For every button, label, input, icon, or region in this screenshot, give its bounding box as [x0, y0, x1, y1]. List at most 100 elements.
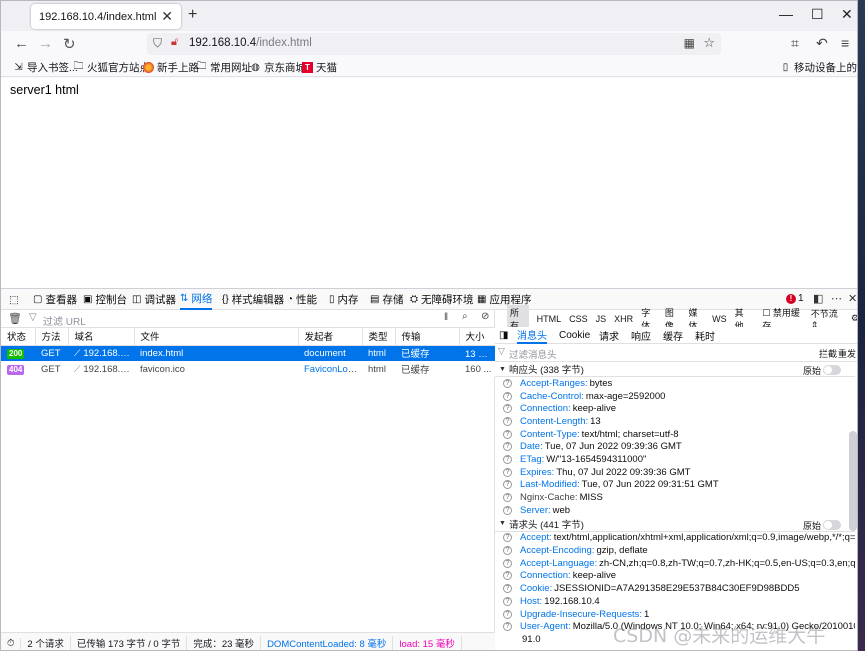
new-tab-icon[interactable]: + [188, 6, 197, 24]
column-header[interactable]: 方法 [35, 328, 69, 346]
header-row[interactable]: ? Content-Type: text/html; charset=utf-8 [495, 428, 855, 441]
help-icon[interactable]: ? [503, 480, 512, 490]
header-row[interactable]: ? Accept: text/html,application/xhtml+xml,… [495, 532, 855, 545]
header-row[interactable]: ? ETag: W/"13-1654594311000" [495, 453, 855, 466]
tab-network[interactable]: ⇅ 网络 [180, 289, 213, 310]
error-count-badge[interactable]: ! 1 [786, 293, 804, 304]
help-icon[interactable]: ? [503, 505, 512, 515]
help-icon[interactable]: ? [503, 493, 512, 503]
block-button[interactable]: 拦截 [819, 347, 837, 360]
help-icon[interactable]: ? [503, 378, 512, 388]
bookmark-tmall[interactable]: T 天猫 [302, 60, 337, 75]
bookmark-common-sites[interactable]: 🗀 常用网址 [196, 60, 253, 75]
bookmark-firefox-site[interactable]: 🗀 火狐官方站点 [73, 60, 151, 75]
bookmark-import[interactable]: ⇲ 导入书签... [13, 60, 77, 75]
menu-icon[interactable]: ≡ [841, 35, 849, 51]
help-icon[interactable]: ? [503, 533, 512, 543]
header-row[interactable]: ? Content-Length: 13 [495, 415, 855, 428]
raw-toggle[interactable] [823, 519, 841, 530]
bookmark-jd[interactable]: ◍ 京东商城 [250, 60, 306, 75]
help-icon[interactable]: ? [503, 404, 512, 414]
request-headers-section[interactable]: ▼ 请求头 (441 字节) 原始 [495, 517, 855, 532]
help-icon[interactable]: ? [503, 416, 512, 426]
maximize-icon[interactable]: ☐ [811, 6, 824, 23]
header-row[interactable]: ? Expires: Thu, 07 Jul 2022 09:39:36 GMT [495, 466, 855, 479]
scrollbar[interactable] [849, 431, 857, 531]
filter-type-js[interactable]: JS [596, 314, 607, 324]
header-row[interactable]: ? Date: Tue, 07 Jun 2022 09:39:36 GMT [495, 440, 855, 453]
insecure-lock-icon[interactable]: 🔓︎ [171, 36, 178, 49]
column-header[interactable]: 大小 [459, 328, 496, 346]
header-row[interactable]: ? Host: 192.168.10.4 [495, 595, 855, 608]
tab-cookie[interactable]: Cookie [559, 327, 590, 344]
filter-type-css[interactable]: CSS [569, 314, 588, 324]
table-row[interactable]: 200 GET ⟋ 192.168.10.4 index.html documen… [1, 345, 495, 361]
raw-toggle[interactable] [823, 365, 841, 375]
filter-type-html[interactable]: HTML [537, 314, 562, 324]
tab-timings[interactable]: 耗时 [695, 327, 715, 344]
column-header[interactable]: 状态 [1, 328, 36, 346]
pause-icon[interactable]: ‖ [444, 312, 448, 323]
table-row[interactable]: 404 GET ⟋ 192.168.10.4 favicon.ico Favico… [1, 361, 495, 377]
help-icon[interactable]: ? [503, 467, 512, 477]
filter-type-xhr[interactable]: XHR [614, 314, 633, 324]
initiator-link[interactable]: FaviconLoader.... [304, 364, 362, 375]
block-icon[interactable]: ⊘ [481, 311, 489, 322]
header-row[interactable]: ? Accept-Ranges: bytes [495, 377, 855, 390]
shield-icon[interactable]: ⛉ [153, 36, 162, 51]
header-row[interactable]: ? Connection: keep-alive [495, 402, 855, 415]
help-icon[interactable]: ? [503, 546, 512, 556]
element-picker-icon[interactable]: ⬚ [9, 289, 19, 310]
help-icon[interactable]: ? [503, 558, 512, 568]
tab-accessibility[interactable]: ⛭ 无障碍环境 [410, 289, 474, 310]
help-icon[interactable]: ? [503, 584, 512, 594]
header-row[interactable]: ? Server: web [495, 504, 855, 517]
more-options-icon[interactable]: ⋯ [831, 292, 842, 305]
response-headers-section[interactable]: ▼ 响应头 (338 字节) 原始 [495, 362, 855, 377]
browser-tab[interactable]: 192.168.10.4/index.html ✕ [31, 4, 181, 29]
minimize-icon[interactable]: — [779, 6, 793, 22]
toggle-sidebar-icon[interactable]: ◨ [499, 327, 508, 344]
url-text[interactable]: 192.168.10.4/index.html [189, 37, 312, 49]
column-header[interactable]: 类型 [362, 328, 396, 346]
header-row[interactable]: ? Upgrade-Insecure-Requests: 1 [495, 608, 855, 621]
tab-style-editor[interactable]: {} 样式编辑器 [222, 289, 284, 310]
column-header[interactable]: 发起者 [298, 328, 363, 346]
help-icon[interactable]: ? [503, 391, 512, 401]
undo-icon[interactable]: ↶ [816, 35, 828, 52]
back-icon[interactable]: ← [14, 35, 29, 52]
help-icon[interactable]: ? [503, 609, 512, 619]
header-row[interactable]: ? Accept-Encoding: gzip, deflate [495, 544, 855, 557]
search-icon[interactable]: ⌕ [462, 311, 468, 322]
tab-debugger[interactable]: ◫ 调试器 [132, 289, 176, 310]
help-icon[interactable]: ? [503, 622, 512, 632]
trash-icon[interactable]: 🗑︎ [8, 312, 22, 325]
reload-icon[interactable]: ↻ [63, 35, 76, 53]
tab-headers[interactable]: 消息头 [517, 327, 547, 344]
header-row[interactable]: ? Last-Modified: Tue, 07 Jun 2022 09:31:51… [495, 479, 855, 492]
header-row[interactable]: ? Accept-Language: zh-CN,zh;q=0.8,zh-TW;q=… [495, 557, 855, 570]
tab-console[interactable]: ▣ 控制台 [83, 289, 127, 310]
column-header[interactable]: 域名 [68, 328, 135, 346]
header-row[interactable]: ? Nginx-Cache: MISS [495, 491, 855, 504]
tab-response[interactable]: 响应 [631, 327, 651, 344]
url-bar[interactable]: ⛉ 🔓︎ 192.168.10.4/index.html ▦ ☆ [147, 33, 721, 55]
help-icon[interactable]: ? [503, 429, 512, 439]
network-settings-icon[interactable]: ⚙ [851, 313, 857, 324]
column-header[interactable]: 文件 [134, 328, 299, 346]
collapse-triangle-icon[interactable]: ▼ [499, 366, 506, 373]
tab-cache[interactable]: 缓存 [663, 327, 683, 344]
headers-filter-input[interactable]: 过滤消息头 [509, 347, 557, 361]
bookmark-star-icon[interactable]: ☆ [703, 35, 715, 51]
help-icon[interactable]: ? [503, 442, 512, 452]
resend-button[interactable]: 重发 [838, 347, 856, 360]
tab-request[interactable]: 请求 [599, 327, 619, 344]
collapse-triangle-icon[interactable]: ▼ [499, 520, 506, 527]
tab-storage[interactable]: ▤ 存储 [370, 289, 403, 310]
screenshot-icon[interactable]: ⌗ [791, 35, 799, 52]
help-icon[interactable]: ? [503, 454, 512, 464]
header-row[interactable]: ? Connection: keep-alive [495, 570, 855, 583]
column-header[interactable]: 传输 [395, 328, 460, 346]
url-filter-input[interactable]: 过滤 URL [43, 313, 86, 328]
header-row[interactable]: ? Cache-Control: max-age=2592000 [495, 390, 855, 403]
